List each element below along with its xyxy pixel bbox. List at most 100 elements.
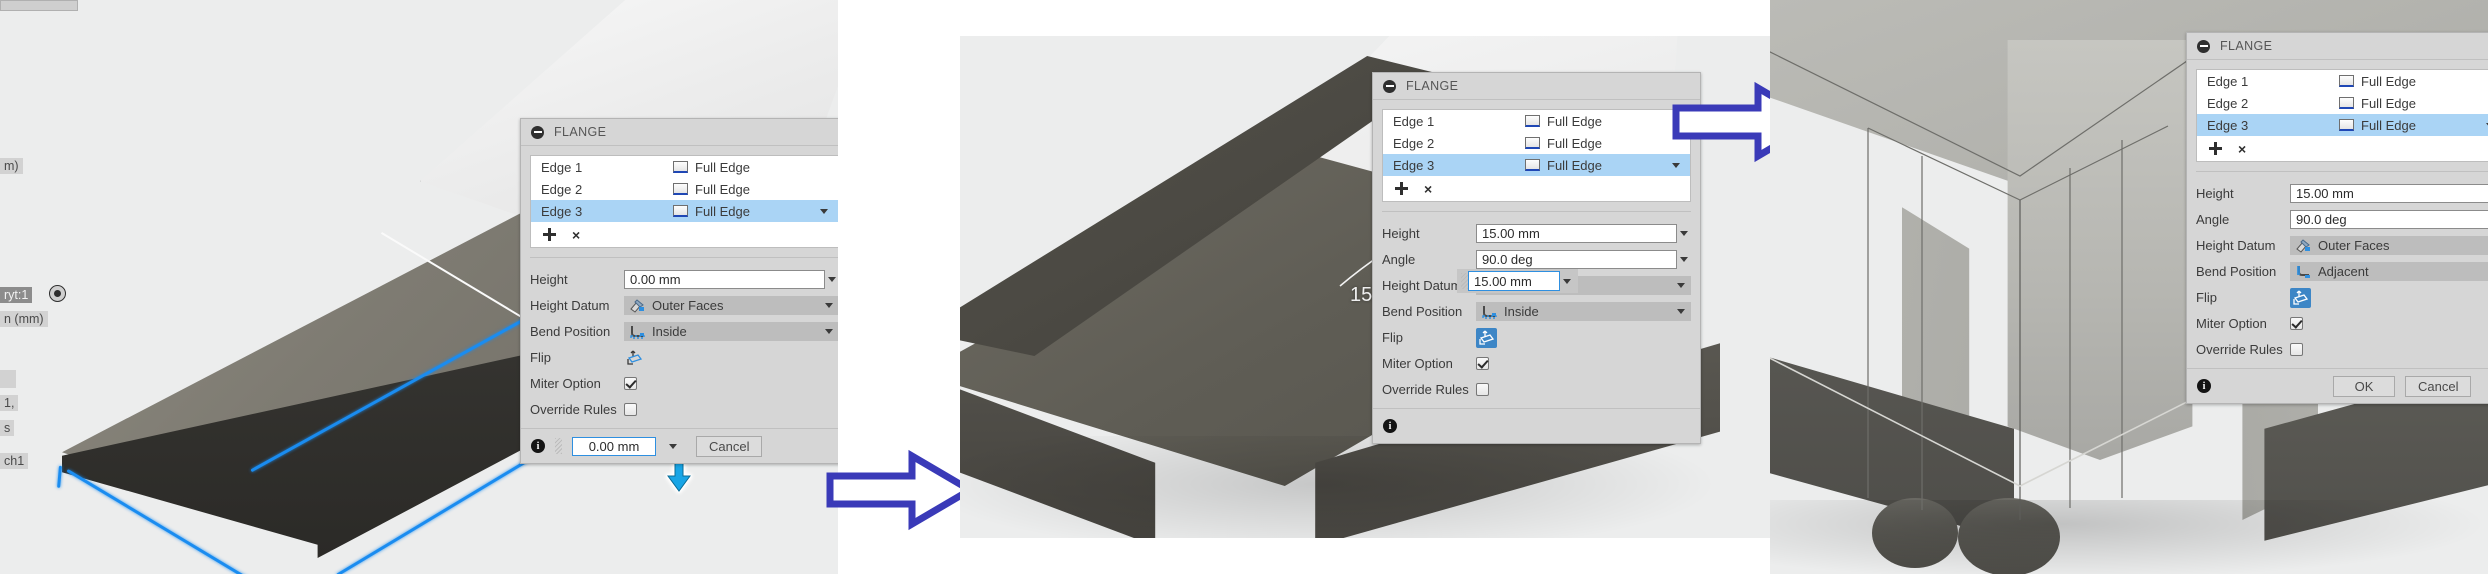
row-miter-option[interactable]: Miter Option — [1382, 353, 1691, 374]
row-bend-position[interactable]: Bend Position Adjacent — [2196, 261, 2488, 282]
info-icon[interactable]: i — [531, 439, 545, 453]
inline-value-dropdown-icon[interactable] — [1560, 272, 1574, 291]
resize-grip[interactable] — [1461, 273, 1468, 289]
flip-button[interactable] — [624, 348, 645, 368]
override-rules-checkbox[interactable] — [2290, 343, 2303, 356]
bend-position-select[interactable]: Inside — [624, 322, 838, 341]
browser-scrap-component[interactable]: ryt:1 — [0, 287, 33, 303]
row-override-rules[interactable]: Override Rules — [2196, 339, 2488, 360]
row-height[interactable]: Height 15.00 mm — [2196, 183, 2488, 204]
angle-dropdown-icon[interactable] — [1677, 250, 1691, 269]
miter-option-checkbox[interactable] — [2290, 317, 2303, 330]
row-bend-position[interactable]: Bend Position Inside — [1382, 301, 1691, 322]
miter-option-checkbox[interactable] — [624, 377, 637, 390]
remove-edge-icon[interactable]: × — [572, 228, 580, 242]
collapse-icon[interactable] — [2197, 39, 2210, 53]
row-height-datum[interactable]: Height Datum Outer Faces — [530, 295, 838, 316]
inline-value-editor[interactable]: 15.00 mm — [1457, 269, 1578, 293]
parameter-rows: Height 15.00 mm Angle 90.0 deg Height Da… — [2187, 172, 2488, 368]
browser-scrap-origin: 1, — [0, 395, 19, 411]
remove-edge-icon[interactable]: × — [2238, 142, 2246, 156]
edge-row-3[interactable]: Edge 3 Full Edge — [1383, 154, 1690, 176]
edge-label: Edge 3 — [541, 203, 583, 219]
chevron-down-icon[interactable] — [1677, 283, 1685, 288]
row-override-rules[interactable]: Override Rules — [1382, 379, 1691, 400]
footer-dropdown-icon[interactable] — [666, 437, 680, 456]
edge-list-actions[interactable]: × — [531, 222, 838, 247]
override-rules-checkbox[interactable] — [624, 403, 637, 416]
cancel-button[interactable]: Cancel — [2405, 375, 2472, 397]
inline-value-input[interactable]: 15.00 mm — [1468, 271, 1560, 291]
height-input[interactable]: 0.00 mm — [624, 270, 825, 289]
edge-row-1[interactable]: Edge 1 Full Edge — [1383, 110, 1690, 132]
visibility-eye-icon[interactable] — [49, 285, 66, 302]
collapse-icon[interactable] — [1383, 79, 1396, 93]
row-miter-option[interactable]: Miter Option — [2196, 313, 2488, 334]
row-bend-position[interactable]: Bend Position Inside — [530, 321, 838, 342]
dialog-footer: i — [1373, 408, 1700, 443]
row-override-rules[interactable]: Override Rules — [530, 399, 838, 420]
edge-row-2[interactable]: Edge 2 Full Edge — [2197, 92, 2488, 114]
add-edge-icon[interactable] — [1395, 182, 1408, 195]
add-edge-icon[interactable] — [543, 228, 556, 241]
edge-row-3[interactable]: Edge 3 Full Edge — [531, 200, 838, 222]
row-label: Bend Position — [530, 324, 611, 339]
row-height-datum[interactable]: Height Datum Outer Faces — [2196, 235, 2488, 256]
dialog-titlebar[interactable]: FLANGE — [2187, 33, 2488, 60]
chevron-down-icon[interactable] — [825, 303, 833, 308]
row-angle[interactable]: Angle 90.0 deg — [2196, 209, 2488, 230]
height-input[interactable]: 15.00 mm — [2290, 184, 2488, 203]
row-height[interactable]: Height 15.00 mm — [1382, 223, 1691, 244]
dialog-titlebar[interactable]: FLANGE — [1373, 73, 1700, 100]
dialog-title: FLANGE — [2220, 39, 2273, 53]
edge-row-2[interactable]: Edge 2 Full Edge — [531, 178, 838, 200]
chevron-down-icon[interactable] — [820, 208, 828, 214]
resize-grip[interactable] — [555, 438, 562, 454]
height-dropdown-icon[interactable] — [1677, 224, 1691, 243]
angle-input[interactable]: 90.0 deg — [1476, 250, 1677, 269]
edge-list[interactable]: Edge 1 Full Edge Edge 2 Full Edge Edge 3… — [1382, 109, 1691, 202]
height-datum-select[interactable]: Outer Faces — [2290, 236, 2488, 255]
row-flip[interactable]: Flip — [530, 347, 838, 368]
edge-row-2[interactable]: Edge 2 Full Edge — [1383, 132, 1690, 154]
remove-edge-icon[interactable]: × — [1424, 182, 1432, 196]
footer-value-input[interactable]: 0.00 mm — [572, 436, 656, 456]
row-label: Miter Option — [530, 376, 601, 391]
flip-button[interactable] — [1476, 327, 1497, 348]
edge-row-1[interactable]: Edge 1 Full Edge — [2197, 70, 2488, 92]
edge-row-3[interactable]: Edge 3 Full Edge — [2197, 114, 2488, 136]
flange-dialog-step-3[interactable]: FLANGE Edge 1 Full Edge Edge 2 Full Edge… — [2186, 32, 2488, 404]
chevron-down-icon[interactable] — [825, 329, 833, 334]
edge-row-1[interactable]: Edge 1 Full Edge — [531, 156, 838, 178]
info-icon[interactable]: i — [1383, 419, 1397, 433]
row-flip[interactable]: Flip — [2196, 287, 2488, 308]
collapse-icon[interactable] — [531, 125, 544, 139]
edge-list-actions[interactable]: × — [1383, 176, 1690, 201]
angle-input[interactable]: 90.0 deg — [2290, 210, 2488, 229]
bend-position-select[interactable]: Adjacent — [2290, 262, 2488, 281]
add-edge-icon[interactable] — [2209, 142, 2222, 155]
cancel-button[interactable]: Cancel — [696, 435, 763, 457]
edge-list[interactable]: Edge 1 Full Edge Edge 2 Full Edge Edge 3… — [2196, 69, 2488, 162]
bend-position-select[interactable]: Inside — [1476, 302, 1691, 321]
ok-button[interactable]: OK — [2333, 375, 2395, 397]
edge-list[interactable]: Edge 1 Full Edge Edge 2 Full Edge Edge 3 — [530, 155, 838, 248]
height-datum-select[interactable]: Outer Faces — [624, 296, 838, 315]
toolbar-fragment[interactable] — [0, 0, 78, 11]
viewport-step-1[interactable]: FLANGE Edge 1 Full Edge Edge 2 Full Edge — [0, 0, 838, 574]
height-input[interactable]: 15.00 mm — [1476, 224, 1677, 243]
flange-dialog-step-2[interactable]: FLANGE Edge 1 Full Edge Edge 2 Full Edge… — [1372, 72, 1701, 444]
row-flip[interactable]: Flip — [1382, 327, 1691, 348]
row-angle[interactable]: Angle 90.0 deg — [1382, 249, 1691, 270]
height-dropdown-icon[interactable] — [825, 270, 838, 289]
miter-option-checkbox[interactable] — [1476, 357, 1489, 370]
chevron-down-icon[interactable] — [1677, 309, 1685, 314]
flip-button[interactable] — [2290, 287, 2311, 308]
dialog-titlebar[interactable]: FLANGE — [521, 119, 838, 146]
row-height[interactable]: Height 0.00 mm — [530, 269, 838, 290]
edge-list-actions[interactable]: × — [2197, 136, 2488, 161]
row-miter-option[interactable]: Miter Option — [530, 373, 838, 394]
override-rules-checkbox[interactable] — [1476, 383, 1489, 396]
info-icon[interactable]: i — [2197, 379, 2211, 393]
flange-dialog-step-1[interactable]: FLANGE Edge 1 Full Edge Edge 2 Full Edge — [520, 118, 838, 464]
